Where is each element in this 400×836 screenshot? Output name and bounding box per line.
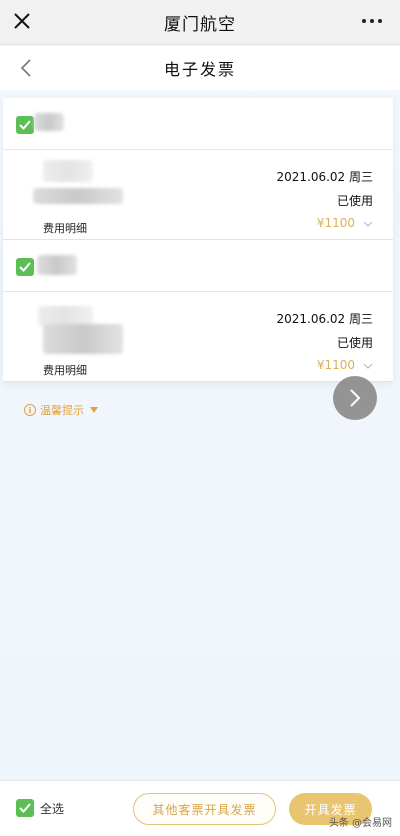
tips-label: 温馨提示 [40, 404, 84, 417]
order-item[interactable]: 2021.06.02 周三 已使用 ¥1100 费用明细 [3, 292, 393, 382]
order-status: 已使用 [336, 336, 373, 350]
order-date: 2021.06.02 周三 [276, 170, 373, 184]
chevron-down-icon[interactable] [363, 362, 373, 370]
info-icon: i [24, 404, 36, 416]
redacted-info [38, 306, 93, 326]
check-icon [19, 262, 31, 272]
invoice-list: 2021.06.02 周三 已使用 ¥1100 费用明细 2021.06.02 … [3, 98, 393, 382]
caret-down-icon [90, 407, 98, 413]
close-icon[interactable] [10, 9, 34, 33]
order-price: ¥1100 [316, 358, 355, 372]
top-bar: 厦门航空 [0, 0, 400, 45]
order-status: 已使用 [336, 194, 373, 208]
next-button[interactable] [333, 376, 377, 420]
select-all-label: 全选 [40, 801, 65, 816]
check-icon [19, 120, 31, 130]
redacted-name [34, 113, 64, 131]
chevron-down-icon[interactable] [363, 220, 373, 228]
group-header[interactable] [3, 98, 393, 150]
chevron-left-icon[interactable] [16, 57, 36, 79]
nav-bar: 电子发票 [0, 46, 400, 90]
select-all-checkbox[interactable] [16, 799, 34, 817]
more-dots-icon[interactable] [362, 19, 382, 23]
check-icon [19, 803, 31, 813]
fee-detail-link[interactable]: 费用明细 [43, 362, 87, 378]
chevron-right-icon [350, 389, 361, 407]
select-all[interactable]: 全选 [16, 799, 64, 817]
fee-detail-link[interactable]: 费用明细 [43, 220, 87, 236]
group-header[interactable] [3, 240, 393, 292]
other-tickets-invoice-button[interactable]: 其他客票开具发票 [133, 793, 276, 825]
order-price: ¥1100 [316, 216, 355, 230]
page-title: 电子发票 [163, 60, 236, 79]
order-date: 2021.06.02 周三 [276, 312, 373, 326]
group-checkbox[interactable] [16, 258, 34, 276]
watermark: 头条 @会易网 [328, 818, 392, 829]
redacted-info [33, 188, 123, 204]
redacted-info [43, 324, 123, 354]
redacted-name [37, 255, 77, 275]
order-item[interactable]: 2021.06.02 周三 已使用 ¥1100 费用明细 [3, 150, 393, 240]
group-checkbox[interactable] [16, 116, 34, 134]
redacted-info [43, 160, 93, 182]
warm-tips-toggle[interactable]: i 温馨提示 [24, 402, 98, 418]
app-title: 厦门航空 [164, 14, 236, 35]
